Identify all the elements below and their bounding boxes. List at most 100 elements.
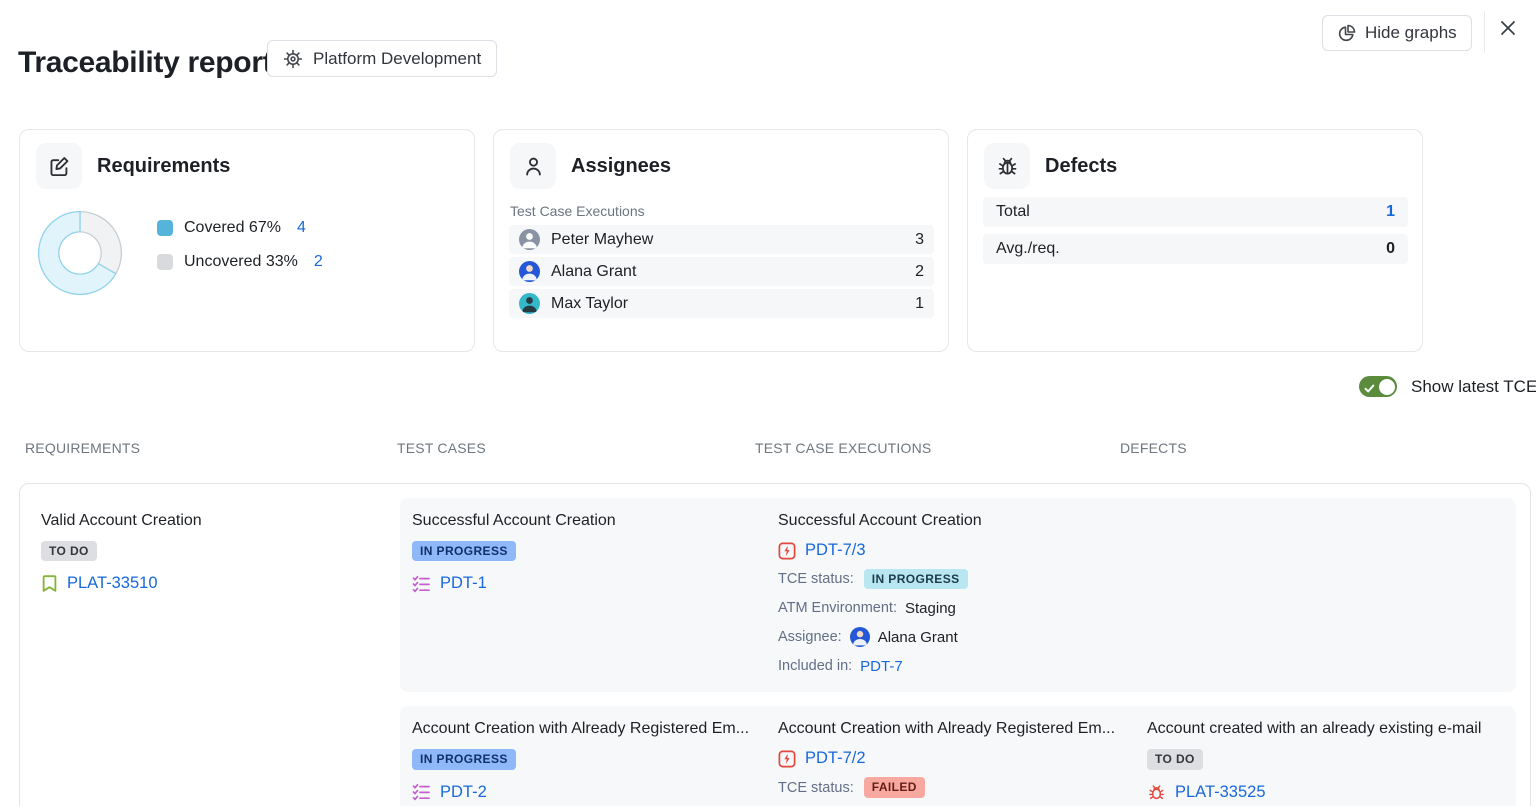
gear-icon [283,49,303,69]
defects-avg-value: 0 [1386,240,1395,258]
close-icon[interactable] [1492,12,1524,44]
avatar-alana-grant [519,261,540,282]
defects-avg-label: Avg./req. [996,240,1060,258]
traceability-table: Valid Account Creation TO DO PLAT-33510 … [19,483,1531,806]
avatar-max-taylor [519,293,540,314]
test-case-title: Successful Account Creation [412,512,766,530]
requirements-card-title: Requirements [97,155,230,178]
test-case-title: Account Creation with Already Registered… [412,720,766,738]
bug-icon [984,143,1030,189]
defect-stats: Total 1 Avg./req. 0 [983,197,1408,271]
linked-items-panel: Account Creation with Already Registered… [400,706,1516,806]
included-in-label: Included in: [778,658,852,674]
coverage-donut-chart [34,207,126,299]
tce-status-badge: FAILED [864,777,925,797]
execution-key-link[interactable]: PDT-7/3 [805,541,866,560]
test-case-cell: Account Creation with Already Registered… [412,720,766,806]
avatar-peter-mayhew [519,229,540,250]
project-selector-button[interactable]: Platform Development [267,40,497,77]
uncovered-swatch [157,254,173,270]
environment-value: Staging [905,600,956,617]
covered-label: Covered 67% [184,219,281,237]
assignee-value: Alana Grant [878,629,958,646]
assignee-name: Alana Grant [551,263,636,281]
header-divider [1484,11,1485,53]
hide-graphs-button[interactable]: Hide graphs [1322,15,1472,51]
execution-bolt-icon [778,542,796,560]
show-latest-tce-toggle[interactable] [1359,376,1397,397]
pie-chart-icon [1337,24,1356,43]
check-icon [1364,381,1375,399]
covered-swatch [157,220,173,236]
avatar-alana-grant [850,627,870,647]
column-header-requirements: REQUIREMENTS [25,440,140,456]
defects-card: Defects Total 1 Avg./req. 0 [967,129,1423,352]
status-badge: TO DO [1147,749,1203,769]
assignee-row-alana[interactable]: Alana Grant 2 [509,257,934,286]
column-header-test-case-executions: TEST CASE EXECUTIONS [755,440,931,456]
requirements-card: Requirements Covered 67% 4 Uncovered 33%… [19,129,475,352]
edit-icon [36,143,82,189]
test-checklist-icon [412,575,431,593]
coverage-legend: Covered 67% 4 Uncovered 33% 2 [157,219,323,287]
assignee-row-peter[interactable]: Peter Mayhew 3 [509,225,934,254]
status-badge: TO DO [41,541,97,561]
test-case-key-link[interactable]: PDT-2 [440,783,487,802]
legend-item-uncovered: Uncovered 33% 2 [157,253,323,271]
assignee-name: Peter Mayhew [551,231,653,249]
assignee-count: 2 [915,263,924,281]
defect-key-link[interactable]: PLAT-33525 [1175,783,1266,802]
tce-status-label: TCE status: [778,571,854,587]
assignee-row-max[interactable]: Max Taylor 1 [509,289,934,318]
defect-bug-icon [1147,783,1166,802]
assignee-count: 3 [915,231,924,249]
person-icon [510,143,556,189]
assignee-count: 1 [915,295,924,313]
uncovered-label: Uncovered 33% [184,253,298,271]
legend-item-covered: Covered 67% 4 [157,219,323,237]
requirement-cell-empty [20,706,400,806]
execution-title: Account Creation with Already Registered… [778,720,1135,738]
assignees-card: Assignees Test Case Executions Peter May… [493,129,949,352]
table-row: Valid Account Creation TO DO PLAT-33510 … [20,498,1516,692]
defects-total-row: Total 1 [983,197,1408,227]
table-column-headers: REQUIREMENTS TEST CASES TEST CASE EXECUT… [0,440,1536,460]
test-case-execution-cell: Account Creation with Already Registered… [778,720,1135,806]
defect-cell: Account created with an already existing… [1147,720,1502,806]
defects-total-value-link[interactable]: 1 [1386,203,1395,221]
test-case-execution-cell: Successful Account Creation PDT-7/3 TCE … [778,512,1135,676]
toggle-knob [1379,379,1395,395]
test-case-key-link[interactable]: PDT-1 [440,574,487,593]
requirement-title: Valid Account Creation [41,512,400,530]
uncovered-count-link[interactable]: 2 [314,253,323,271]
execution-key-link[interactable]: PDT-7/2 [805,749,866,768]
page-title: Traceability report [18,46,272,80]
defects-card-title: Defects [1045,155,1117,178]
tce-status-label: TCE status: [778,780,854,796]
covered-count-link[interactable]: 4 [297,219,306,237]
defect-cell-empty [1147,512,1502,676]
included-in-link[interactable]: PDT-7 [860,658,903,675]
test-case-cell: Successful Account Creation IN PROGRESS … [412,512,766,676]
tce-status-badge: IN PROGRESS [864,569,968,589]
assignees-card-title: Assignees [571,155,671,178]
show-latest-tce-label: Show latest TCE [1411,377,1536,397]
assignee-name: Max Taylor [551,295,628,313]
status-badge: IN PROGRESS [412,749,516,769]
environment-label: ATM Environment: [778,600,897,616]
execution-bolt-icon [778,750,796,768]
test-checklist-icon [412,783,431,801]
table-row: Account Creation with Already Registered… [20,706,1516,806]
column-header-test-cases: TEST CASES [397,440,486,456]
assignee-list: Peter Mayhew 3 Alana Grant 2 Max Taylor … [509,225,934,321]
requirement-key-link[interactable]: PLAT-33510 [67,574,158,593]
defects-total-label: Total [996,203,1030,221]
linked-items-panel: Successful Account Creation IN PROGRESS … [400,498,1516,692]
requirement-cell: Valid Account Creation TO DO PLAT-33510 [20,498,400,692]
traceability-report-page: Traceability report Platform Development… [0,0,1536,806]
show-latest-tce-row: Show latest TCE [1359,376,1536,397]
defects-avg-row: Avg./req. 0 [983,234,1408,264]
status-badge: IN PROGRESS [412,541,516,561]
assignee-label: Assignee: [778,629,842,645]
project-selector-label: Platform Development [313,49,481,69]
